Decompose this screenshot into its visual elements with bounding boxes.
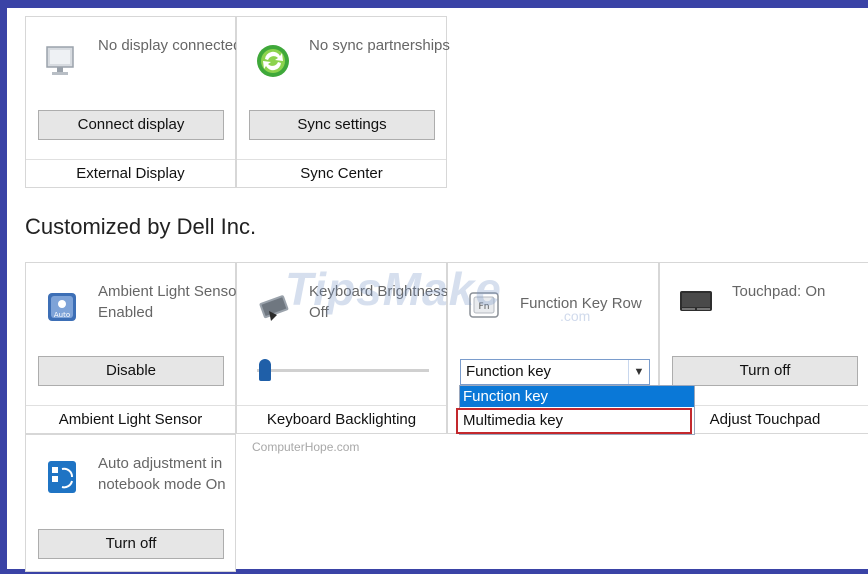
section-title: Customized by Dell Inc. bbox=[25, 214, 257, 239]
divider bbox=[26, 405, 235, 406]
disable-button[interactable]: Disable bbox=[38, 356, 224, 386]
function-key-dropdown-list: Function key Multimedia key bbox=[456, 385, 695, 435]
watermark: TipsMake bbox=[285, 263, 502, 315]
divider bbox=[237, 405, 446, 406]
watermark-suffix: .com bbox=[560, 308, 591, 324]
function-key-select[interactable]: Function key ▼ bbox=[460, 359, 650, 385]
window-frame-top bbox=[0, 0, 868, 8]
touchpad-icon bbox=[678, 283, 714, 319]
function-key-row-status: Function Key Row bbox=[520, 295, 642, 312]
svg-text:Auto: Auto bbox=[54, 311, 70, 319]
option-multimedia-key[interactable]: Multimedia key bbox=[456, 408, 692, 434]
keyboard-backlight-caption: Keyboard Backlighting bbox=[266, 411, 417, 428]
divider bbox=[237, 159, 446, 160]
sync-icon bbox=[255, 43, 291, 79]
divider bbox=[26, 159, 235, 160]
chevron-down-icon[interactable]: ▼ bbox=[628, 360, 649, 384]
sync-settings-button[interactable]: Sync settings bbox=[249, 110, 435, 140]
auto-adjust-turn-off-button[interactable]: Turn off bbox=[38, 529, 224, 559]
touchpad-status: Touchpad: On bbox=[732, 283, 826, 300]
image-credit: ComputerHope.com bbox=[252, 440, 360, 454]
window-frame-left bbox=[0, 0, 7, 574]
touchpad-turn-off-button[interactable]: Turn off bbox=[672, 356, 858, 386]
tile-external-display: No display connected Connect display Ext… bbox=[25, 16, 241, 188]
connect-display-button[interactable]: Connect display bbox=[38, 110, 224, 140]
ambient-light-caption: Ambient Light Sensor bbox=[58, 411, 203, 428]
sync-center-status: No sync partnerships bbox=[309, 37, 450, 54]
ambient-light-status: Ambient Light Sensor Enabled bbox=[98, 283, 242, 321]
monitor-icon bbox=[44, 43, 80, 79]
brightness-slider-thumb[interactable] bbox=[259, 359, 271, 381]
sync-center-caption: Sync Center bbox=[300, 165, 383, 182]
light-sensor-icon: Auto bbox=[44, 289, 80, 325]
tile-ambient-light: Auto Ambient Light Sensor Enabled Disabl… bbox=[25, 262, 241, 434]
tile-sync-center: No sync partnerships Sync settings Sync … bbox=[236, 16, 450, 188]
brightness-slider-track[interactable] bbox=[257, 369, 429, 372]
option-function-key[interactable]: Function key bbox=[460, 386, 694, 407]
external-display-status: No display connected bbox=[98, 37, 242, 54]
external-display-caption: External Display bbox=[76, 165, 185, 182]
auto-adjustment-status: Auto adjustment in notebook mode On bbox=[98, 455, 226, 493]
notebook-mode-icon bbox=[44, 459, 80, 495]
tile-auto-adjustment: Auto adjustment in notebook mode On Turn… bbox=[25, 434, 236, 572]
function-key-select-value: Function key bbox=[466, 363, 552, 380]
